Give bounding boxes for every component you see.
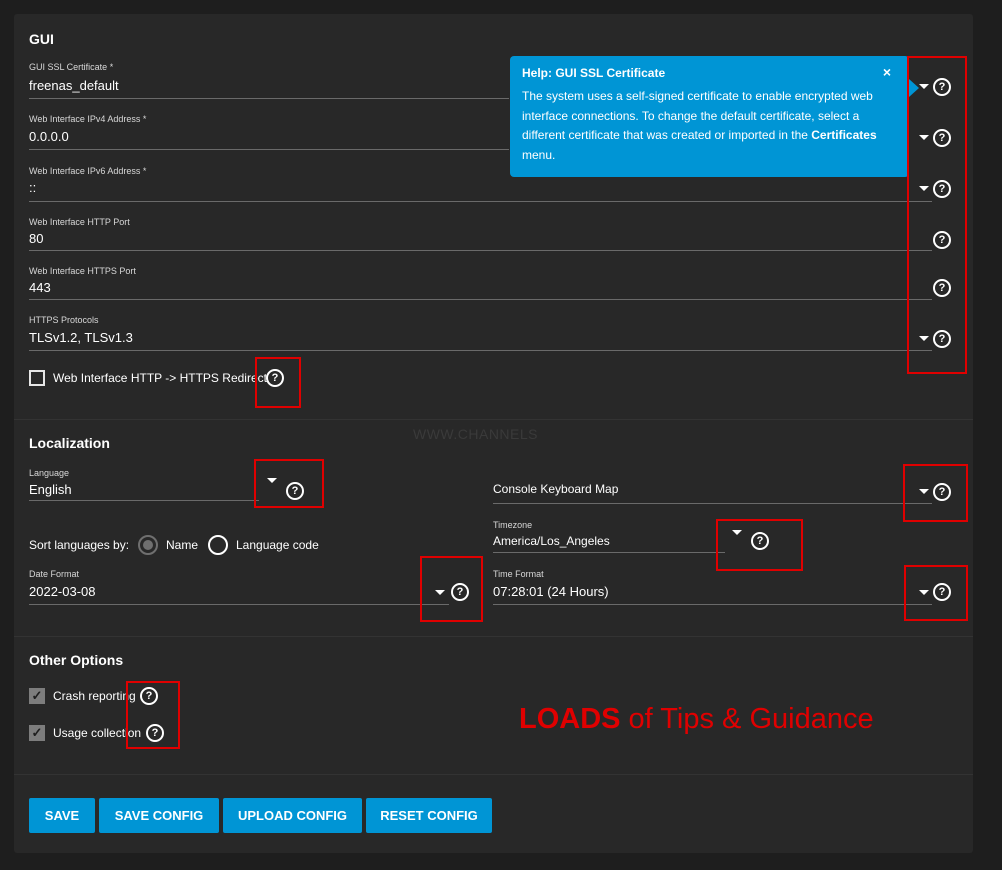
date-format-underline (29, 604, 449, 605)
other-options-title: Other Options (29, 652, 124, 668)
timezone-select[interactable]: America/Los_Angeles (493, 534, 610, 548)
crash-reporting-label: Crash reporting (53, 689, 136, 703)
ssl-cert-underline (29, 98, 509, 99)
watermark: WWW.CHANNELS (413, 426, 538, 442)
http-port-input[interactable]: 80 (29, 231, 43, 246)
annotation-box (907, 56, 967, 374)
date-format-select[interactable]: 2022-03-08 (29, 584, 96, 599)
console-keyboard-map-underline (493, 503, 932, 504)
https-port-input[interactable]: 443 (29, 280, 51, 295)
sort-by-name-radio[interactable] (138, 535, 158, 555)
tooltip-title: Help: GUI SSL Certificate (522, 66, 666, 80)
ipv6-label: Web Interface IPv6 Address * (29, 166, 147, 176)
usage-collection-checkbox[interactable]: ✓ (29, 725, 45, 741)
redirect-checkbox[interactable] (29, 370, 45, 386)
ipv4-select[interactable]: 0.0.0.0 (29, 129, 69, 144)
timezone-underline (493, 552, 725, 553)
annotation-box (254, 459, 324, 508)
time-format-select[interactable]: 07:28:01 (24 Hours) (493, 584, 609, 599)
sort-by-name-label: Name (166, 538, 199, 552)
annotation-box (903, 464, 968, 522)
https-protocols-label: HTTPS Protocols (29, 315, 99, 325)
crash-reporting-checkbox[interactable]: ✓ (29, 688, 45, 704)
section-divider (14, 419, 973, 420)
sort-by-code-radio[interactable] (208, 535, 228, 555)
sort-by-label: Sort languages by: (29, 538, 130, 552)
http-port-label: Web Interface HTTP Port (29, 217, 130, 227)
sort-by-code-label: Language code (236, 538, 319, 552)
gui-section-title: GUI (29, 31, 54, 47)
annotation-box (904, 565, 968, 621)
annotation-box (716, 519, 803, 571)
annotation-box (420, 556, 483, 622)
http-port-underline (29, 250, 932, 251)
tooltip-certificates-link: Certificates (811, 128, 877, 142)
language-underline (29, 500, 259, 501)
ipv4-underline (29, 149, 509, 150)
console-keyboard-map-label[interactable]: Console Keyboard Map (493, 482, 618, 496)
section-divider (14, 774, 973, 775)
save-config-button[interactable]: SAVE CONFIG (99, 798, 219, 833)
ipv4-label: Web Interface IPv4 Address * (29, 114, 147, 124)
save-button[interactable]: SAVE (29, 798, 95, 833)
tooltip-body-suffix: menu. (522, 147, 556, 162)
annotation-bold: LOADS (519, 703, 621, 735)
https-protocols-select[interactable]: TLSv1.2, TLSv1.3 (29, 330, 133, 345)
https-protocols-underline (29, 350, 932, 351)
reset-config-button[interactable]: RESET CONFIG (366, 798, 492, 833)
annotation-rest: of Tips & Guidance (620, 703, 874, 735)
language-label: Language (29, 468, 70, 478)
ssl-cert-select[interactable]: freenas_default (29, 78, 119, 93)
ipv6-select[interactable]: :: (29, 180, 36, 195)
timezone-label: Timezone (493, 520, 533, 530)
annotation-box (255, 357, 301, 408)
time-format-label: Time Format (493, 569, 544, 579)
time-format-underline (493, 604, 932, 605)
https-port-label: Web Interface HTTPS Port (29, 266, 136, 276)
annotation-box (126, 681, 180, 749)
language-select[interactable]: English (29, 482, 72, 497)
upload-config-button[interactable]: UPLOAD CONFIG (223, 798, 362, 833)
redirect-label: Web Interface HTTP -> HTTPS Redirect (53, 371, 267, 385)
section-divider (14, 636, 973, 637)
ssl-cert-label: GUI SSL Certificate * (29, 62, 114, 72)
date-format-label: Date Format (29, 569, 80, 579)
ipv6-underline (29, 201, 932, 202)
localization-section-title: Localization (29, 435, 110, 451)
annotation-text: LOADS of Tips & Guidance (519, 703, 874, 736)
close-icon[interactable]: × (883, 64, 891, 80)
help-tooltip: Help: GUI SSL Certificate × The system u… (510, 56, 909, 177)
tooltip-body: The system uses a self-signed certificat… (522, 87, 900, 165)
https-port-underline (29, 299, 932, 300)
